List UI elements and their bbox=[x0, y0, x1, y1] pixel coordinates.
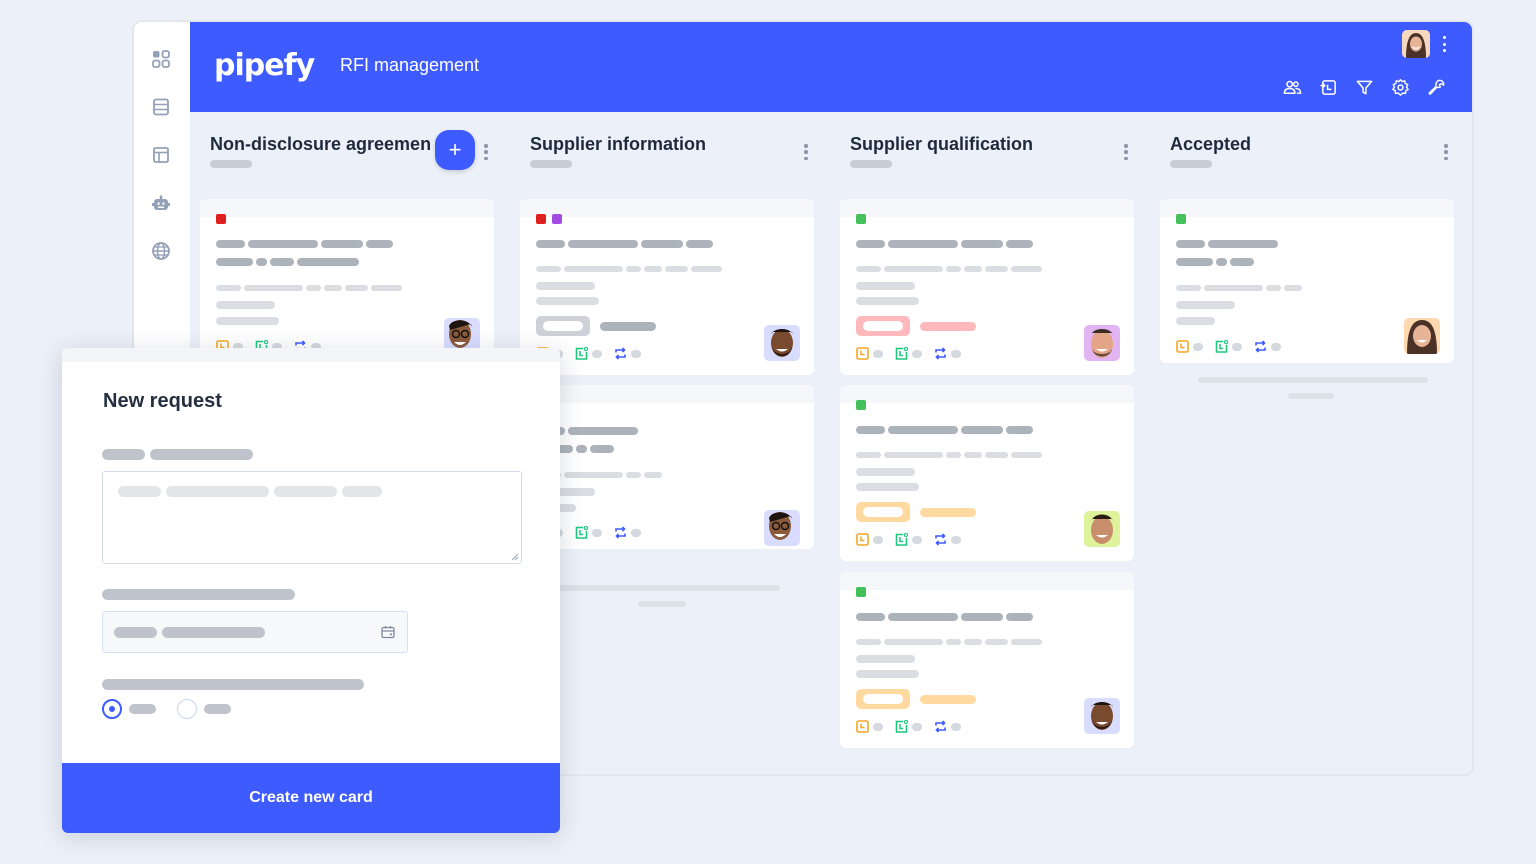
wrench-icon[interactable] bbox=[1427, 78, 1446, 97]
load-more-placeholder bbox=[540, 585, 780, 591]
label-tag bbox=[216, 214, 226, 224]
date-placeholder bbox=[114, 627, 265, 638]
calendar-icon[interactable] bbox=[381, 625, 395, 639]
repeat-icon bbox=[934, 347, 947, 360]
pipe-card[interactable] bbox=[840, 385, 1134, 561]
add-card-button[interactable]: + bbox=[435, 130, 475, 170]
label-tag bbox=[856, 214, 866, 224]
filter-icon[interactable] bbox=[1355, 78, 1374, 97]
column-title: Supplier information bbox=[530, 134, 707, 154]
repeat-icon bbox=[934, 720, 947, 733]
checklist-icon bbox=[1215, 340, 1228, 353]
label-tag bbox=[856, 587, 866, 597]
column-title: Non-disclosure agreement bbox=[210, 134, 430, 154]
pipefy-logo[interactable]: pipefy bbox=[214, 48, 315, 83]
column-options-icon[interactable] bbox=[484, 144, 488, 160]
checklist-icon bbox=[575, 526, 588, 539]
repeat-icon bbox=[934, 533, 947, 546]
due-date-icon bbox=[856, 347, 869, 360]
radio-option[interactable] bbox=[177, 699, 197, 719]
due-date-icon bbox=[856, 533, 869, 546]
field-label bbox=[102, 449, 253, 460]
checklist-icon bbox=[895, 720, 908, 733]
pipe-card[interactable] bbox=[840, 199, 1134, 375]
apps-grid-icon[interactable] bbox=[150, 48, 172, 70]
pipe-card[interactable] bbox=[1160, 199, 1454, 363]
assignee-avatar[interactable] bbox=[1084, 325, 1120, 361]
radio-group bbox=[102, 699, 245, 719]
checklist-icon bbox=[895, 533, 908, 546]
pipe-card[interactable] bbox=[520, 385, 814, 549]
label-tag bbox=[1176, 214, 1186, 224]
checklist-icon bbox=[895, 347, 908, 360]
checklist-icon bbox=[575, 347, 588, 360]
radio-label bbox=[204, 704, 231, 714]
field-label bbox=[102, 589, 295, 600]
new-request-form: New request Create new card bbox=[62, 348, 560, 833]
status-badge bbox=[856, 316, 910, 336]
repeat-icon bbox=[1254, 340, 1267, 353]
column-options-icon[interactable] bbox=[1124, 144, 1128, 160]
label-tag bbox=[552, 214, 562, 224]
assignee-avatar[interactable] bbox=[764, 325, 800, 361]
due-date-icon bbox=[1176, 340, 1189, 353]
label-tag bbox=[536, 214, 546, 224]
assignee-avatar[interactable] bbox=[1084, 511, 1120, 547]
pipe-card[interactable] bbox=[840, 572, 1134, 748]
pipe-title: RFI management bbox=[340, 55, 480, 75]
user-avatar[interactable] bbox=[1402, 30, 1430, 58]
import-icon[interactable] bbox=[1319, 78, 1338, 97]
create-new-card-button[interactable]: Create new card bbox=[62, 763, 560, 833]
assignee-avatar[interactable] bbox=[764, 510, 800, 546]
label-tag bbox=[856, 400, 866, 410]
column-title: Supplier qualification bbox=[850, 134, 1034, 154]
textarea-placeholder bbox=[118, 486, 382, 497]
due-date-icon bbox=[856, 720, 869, 733]
description-textarea[interactable] bbox=[102, 471, 522, 564]
form-title: New request bbox=[103, 390, 222, 412]
pipe-header: pipefy RFI management bbox=[190, 22, 1472, 112]
globe-icon[interactable] bbox=[150, 240, 172, 262]
load-more-placeholder bbox=[1288, 393, 1334, 399]
load-more-placeholder bbox=[1198, 377, 1428, 383]
resize-handle-icon[interactable] bbox=[511, 553, 519, 561]
pipe-card[interactable] bbox=[200, 199, 494, 359]
more-options-icon[interactable] bbox=[1442, 36, 1446, 52]
radio-option-selected[interactable] bbox=[102, 699, 122, 719]
card-count bbox=[210, 160, 252, 168]
settings-icon[interactable] bbox=[1391, 78, 1410, 97]
layout-icon[interactable] bbox=[150, 144, 172, 166]
bot-icon[interactable] bbox=[150, 192, 172, 214]
status-badge bbox=[856, 689, 910, 709]
database-icon[interactable] bbox=[150, 96, 172, 118]
card-count bbox=[850, 160, 892, 168]
assignee-avatar[interactable] bbox=[1404, 318, 1440, 354]
members-icon[interactable] bbox=[1283, 78, 1302, 97]
load-more-placeholder bbox=[638, 601, 686, 607]
repeat-icon bbox=[614, 526, 627, 539]
pipe-card[interactable] bbox=[520, 199, 814, 375]
date-field[interactable] bbox=[102, 611, 408, 653]
status-badge bbox=[536, 316, 590, 336]
radio-label bbox=[129, 704, 156, 714]
assignee-avatar[interactable] bbox=[1084, 698, 1120, 734]
field-label bbox=[102, 679, 364, 690]
repeat-icon bbox=[614, 347, 627, 360]
column-options-icon[interactable] bbox=[1444, 144, 1448, 160]
card-count bbox=[530, 160, 572, 168]
column-title: Accepted bbox=[1170, 134, 1252, 154]
column-options-icon[interactable] bbox=[804, 144, 808, 160]
card-count bbox=[1170, 160, 1212, 168]
status-badge bbox=[856, 502, 910, 522]
